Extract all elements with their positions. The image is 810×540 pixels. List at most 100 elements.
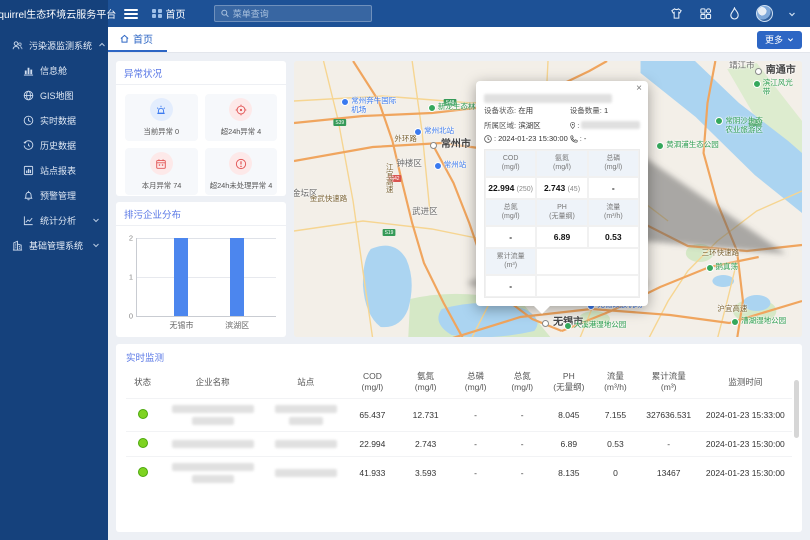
sidebar-item-2[interactable]: GIS地图 xyxy=(0,83,108,108)
map-label-district: 靖江市 xyxy=(729,61,755,71)
search-input[interactable] xyxy=(233,9,365,19)
popup-time-value: 2024-01-23 15:30:00 xyxy=(498,134,568,143)
chart-bar-无锡市 xyxy=(174,238,188,316)
table-cell: 41.933 xyxy=(346,456,399,489)
map-label-road: 金武快速路 xyxy=(310,195,348,204)
menu-search[interactable] xyxy=(214,5,372,22)
main-content: 异常状况 当前异常 0超24h异常 4本月异常 74超24h未处理异常 4 排污… xyxy=(108,53,810,540)
device-status-value: 在用 xyxy=(518,106,533,115)
breadcrumb[interactable]: 首页 xyxy=(152,6,186,21)
map-label-poi-green[interactable]: 漕湖湿地公园 xyxy=(731,317,791,326)
station-popup: × 设备状态: 在用 设备数量: 1 所属区域: 滨湖区 : :2024-01-… xyxy=(476,81,648,306)
measure-empty xyxy=(536,248,639,275)
table-row[interactable]: 22.9942.743--6.890.53-2024-01-23 15:30:0… xyxy=(126,431,792,456)
abnormal-status-panel: 异常状况 当前异常 0超24h异常 4本月异常 74超24h未处理异常 4 xyxy=(116,61,286,196)
sidebar-item-label: 基础管理系统 xyxy=(29,239,83,252)
measure-value: - xyxy=(588,177,639,199)
chart-plot-area: 012无锡市滨湖区 xyxy=(136,238,276,317)
sidebar-item-0[interactable]: 污染源监测系统 xyxy=(0,33,108,58)
park-poi-icon xyxy=(715,117,723,125)
map-label-poi-green[interactable]: 滨江风光带 xyxy=(753,79,797,96)
table-scrollbar[interactable] xyxy=(794,380,799,438)
map-label-poi-green[interactable]: 新龙生态林 xyxy=(428,103,478,112)
popup-close-icon[interactable]: × xyxy=(636,83,642,94)
gis-map[interactable]: S39G42S48S58S19S48G2S230 常州市钟楼区武进区金坛区无锡市… xyxy=(294,61,802,337)
table-cell: 65.437 xyxy=(346,398,399,431)
map-label-text: 滨江风光带 xyxy=(763,79,797,96)
sidebar-item-label: 预警管理 xyxy=(40,189,76,202)
phone-icon xyxy=(570,135,578,143)
table-cell: 0 xyxy=(592,456,639,489)
layout-icon[interactable] xyxy=(698,7,712,21)
map-label-poi-blue[interactable]: 常州奔牛国际机场 xyxy=(341,97,403,114)
chevron-down-icon xyxy=(787,36,794,43)
map-label-text: 外环路 xyxy=(394,135,417,144)
clock-icon xyxy=(23,115,34,126)
map-label-text: 常州站 xyxy=(444,161,467,170)
status-dot xyxy=(138,409,148,419)
abnormal-card-3[interactable]: 超24h未处理异常 4 xyxy=(205,148,278,195)
map-label-text: 三环快速路 xyxy=(702,249,740,258)
hamburger-menu-icon[interactable] xyxy=(124,9,138,19)
tab-bar: 首页 更多 xyxy=(108,27,810,53)
park-poi-icon xyxy=(428,104,436,112)
sidebar-item-6[interactable]: 预警管理 xyxy=(0,183,108,208)
user-avatar[interactable] xyxy=(756,5,773,22)
flame-icon[interactable] xyxy=(727,7,741,21)
measure-value: 22.994 (250) xyxy=(485,177,536,199)
map-label-text: 靖江市 xyxy=(729,61,755,71)
map-label-poi-blue[interactable]: 常州站 xyxy=(434,161,474,170)
globe-icon xyxy=(23,90,34,101)
measure-value: - xyxy=(485,226,536,248)
map-label-city: 常州市 xyxy=(430,139,471,151)
table-column-header: 氨氮(mg/l) xyxy=(399,367,452,398)
sidebar-item-8[interactable]: 基础管理系统 xyxy=(0,233,108,258)
abnormal-card-0[interactable]: 当前异常 0 xyxy=(125,94,198,141)
abnormal-card-label: 本月异常 74 xyxy=(141,180,181,190)
report-icon xyxy=(23,165,34,176)
theme-skin-icon[interactable] xyxy=(669,7,683,21)
map-label-poi-blue[interactable]: 常州北站 xyxy=(414,127,458,136)
measure-value: 2.743 (45) xyxy=(536,177,587,199)
measure-value: - xyxy=(485,275,536,297)
users-icon xyxy=(12,40,23,51)
map-label-poi-green[interactable]: 鹅真荡 xyxy=(706,263,742,272)
user-menu-chevron-icon[interactable] xyxy=(788,5,796,23)
map-label-poi-green[interactable]: 黄泗浦生态公园 xyxy=(656,141,722,150)
sidebar-item-5[interactable]: 站点报表 xyxy=(0,158,108,183)
station-name-redacted xyxy=(266,398,346,431)
abnormal-cards: 当前异常 0超24h异常 4 本月异常 74 超24h未处理异常 4 xyxy=(116,85,286,196)
map-label-text: 南通市 xyxy=(766,65,796,77)
tab-home[interactable]: 首页 xyxy=(108,27,167,52)
sidebar-item-label: 实时数据 xyxy=(40,114,76,127)
abnormal-card-1[interactable]: 超24h异常 4 xyxy=(205,94,278,141)
map-label-poi-green[interactable]: 大溪港湿地公园 xyxy=(564,321,630,330)
chart-ytick: 1 xyxy=(129,273,133,282)
table-cell: - xyxy=(452,398,499,431)
enterprise-name-redacted xyxy=(159,431,266,456)
sidebar-item-1[interactable]: 信息舱 xyxy=(0,58,108,83)
alarm-icon xyxy=(23,190,34,201)
table-column-header: 监测时间 xyxy=(699,367,792,398)
table-row[interactable]: 41.9333.593--8.1350134672024-01-23 15:30… xyxy=(126,456,792,489)
device-region-value: 滨湖区 xyxy=(518,121,541,130)
map-label-poi-green[interactable]: 常阴沙生态农业旅游区 xyxy=(715,117,769,134)
sidebar-item-7[interactable]: 统计分析 xyxy=(0,208,108,233)
table-cell: 7.155 xyxy=(592,398,639,431)
table-row[interactable]: 65.43712.731--8.0457.155327636.5312024-0… xyxy=(126,398,792,431)
table-column-header: 企业名称 xyxy=(159,367,266,398)
table-cell: 8.045 xyxy=(546,398,593,431)
more-button[interactable]: 更多 xyxy=(757,31,802,49)
sidebar-item-4[interactable]: 历史数据 xyxy=(0,133,108,158)
map-label-road: 三环快速路 xyxy=(702,249,740,258)
station-name-redacted xyxy=(266,456,346,489)
sidebar-item-label: 历史数据 xyxy=(40,139,76,152)
sidebar-item-3[interactable]: 实时数据 xyxy=(0,108,108,133)
abnormal-card-2[interactable]: 本月异常 74 xyxy=(125,148,198,195)
measure-header: COD(mg/l) xyxy=(485,150,536,177)
chart-bar-滨湖区 xyxy=(230,238,244,316)
table-column-header: 总氮(mg/l) xyxy=(499,367,546,398)
measure-header: 氨氮(mg/l) xyxy=(536,150,587,177)
top-bar: Squirrel生态环境云服务平台 首页 xyxy=(0,0,810,27)
park-poi-icon xyxy=(731,318,739,326)
